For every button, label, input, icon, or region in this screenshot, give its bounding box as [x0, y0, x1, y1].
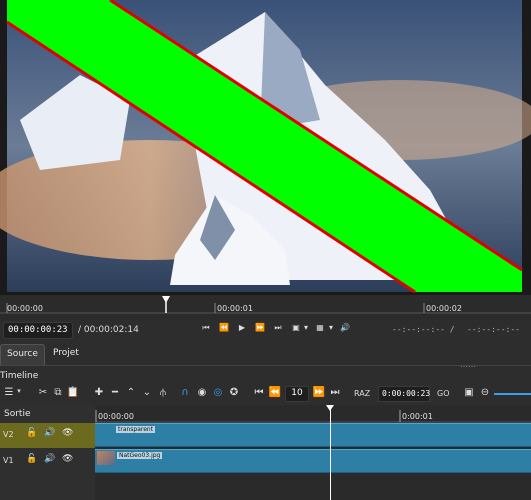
scrub-eye-icon[interactable]: ◉ [195, 387, 209, 398]
current-timecode-field[interactable]: 00:00:00:23 [3, 322, 73, 339]
track-header-v1[interactable]: V1 🔓 🔊 👁 [0, 449, 95, 474]
forward-icon-tl[interactable]: ⏩ [312, 387, 326, 398]
output-label: Sortie [4, 409, 31, 419]
menu-chevron-down-icon[interactable]: ▾ [12, 387, 26, 395]
clip-v2[interactable]: transparent [95, 423, 531, 447]
remove-icon[interactable]: ━ [108, 387, 122, 398]
timeline-toolbar: ☰ ▾ ✂ ⧉ 📋 ✚ ━ ⌃ ⌄ ⫛ ∩ ◉ ◎ ✪ ⏮ ⏪ 10 ⏩ ⏭ R… [0, 383, 531, 405]
eye-icon[interactable]: 👁 [62, 428, 73, 438]
lock-icon[interactable]: 🔓 [26, 454, 37, 464]
rewind-icon-tl[interactable]: ⏪ [268, 387, 282, 398]
track-name: V1 [3, 456, 14, 465]
ruler-label-1: 00:00:01 [217, 304, 253, 313]
preview-ruler[interactable]: 00:00:00 00:00:01 00:00:02 [0, 295, 531, 319]
clip-thumbnail [97, 451, 115, 465]
ripple-icon[interactable]: ◎ [211, 387, 225, 398]
fast-forward-icon[interactable]: ⏩ [253, 323, 267, 332]
track-header-v2[interactable]: V2 🔓 🔊 👁 [0, 423, 95, 448]
panel-tabs: Source Projet [0, 344, 531, 366]
clip-label: NatGeo03.jpg [117, 452, 163, 459]
lock-icon[interactable]: 🔓 [26, 428, 37, 438]
zoom-fit-tl-icon[interactable]: ▣ [462, 387, 476, 398]
timeline-timecode-field[interactable]: 0:00:00:23 [378, 386, 430, 402]
raz-button[interactable]: RAZ [354, 389, 370, 398]
ripple-all-icon[interactable]: ✪ [227, 387, 241, 398]
preview-image [0, 0, 531, 294]
zoom-level-field[interactable]: 10 [285, 386, 309, 402]
overwrite-icon[interactable]: ⌄ [140, 387, 154, 398]
skip-end-icon[interactable]: ⏭ [271, 323, 285, 333]
out-point: --:--:--:-- [467, 325, 520, 334]
audio-icon[interactable]: 🔊 [44, 428, 55, 438]
cut-icon[interactable]: ✂ [36, 387, 50, 398]
track-name: V2 [3, 430, 14, 439]
in-point: --:--:--:-- / [392, 325, 455, 334]
track-headers: Sortie V2 🔓 🔊 👁 V1 🔓 🔊 👁 [0, 405, 95, 500]
clip-label: transparent [116, 426, 156, 433]
zoom-out-icon[interactable]: ⊖ [478, 387, 492, 398]
copy-icon[interactable]: ⧉ [51, 387, 65, 398]
ruler-label-2: 00:00:02 [426, 304, 462, 313]
transport-bar: 00:00:00:23 / 00:00:02:14 ⏮ ⏪ ▶ ⏩ ⏭ ▣ ▾ … [0, 319, 531, 341]
rewind-icon[interactable]: ⏪ [217, 323, 231, 332]
snap-magnet-icon[interactable]: ∩ [178, 387, 192, 398]
clip-v1[interactable]: NatGeo03.jpg [95, 449, 531, 473]
go-button[interactable]: GO [437, 389, 450, 398]
prev-icon[interactable]: ⏮ [252, 387, 266, 398]
split-icon[interactable]: ⫛ [156, 387, 170, 398]
total-duration: / 00:00:02:14 [78, 325, 139, 335]
eye-icon[interactable]: 👁 [62, 454, 73, 464]
timeline-ruler-label-0: 00:00:00 [98, 412, 134, 421]
video-preview[interactable] [0, 0, 531, 295]
skip-start-icon[interactable]: ⏮ [199, 323, 213, 333]
zoom-chevron-down-icon[interactable]: ▾ [299, 323, 313, 332]
drag-handle-icon[interactable]: ⋯⋯ [460, 362, 476, 371]
audio-icon[interactable]: 🔊 [44, 454, 55, 464]
zoom-slider[interactable] [494, 393, 531, 395]
volume-icon[interactable]: 🔊 [338, 323, 352, 332]
play-icon[interactable]: ▶ [235, 323, 249, 332]
add-icon[interactable]: ✚ [92, 387, 106, 398]
timeline-ruler-label-1: 0:00:01 [402, 412, 433, 421]
grid-chevron-down-icon[interactable]: ▾ [324, 323, 338, 332]
paste-icon[interactable]: 📋 [66, 387, 80, 398]
ruler-label-0: 00:00:00 [7, 304, 43, 313]
tab-projet[interactable]: Projet [47, 344, 85, 365]
timeline-ruler [95, 405, 531, 423]
next-icon[interactable]: ⏭ [328, 387, 342, 398]
timeline-title: Timeline [0, 371, 39, 381]
tab-source[interactable]: Source [0, 344, 45, 365]
playhead[interactable] [330, 405, 331, 500]
lift-icon[interactable]: ⌃ [124, 387, 138, 398]
timeline-tracks[interactable]: 00:00:00 0:00:01 transparent NatGeo03.jp… [95, 405, 531, 500]
